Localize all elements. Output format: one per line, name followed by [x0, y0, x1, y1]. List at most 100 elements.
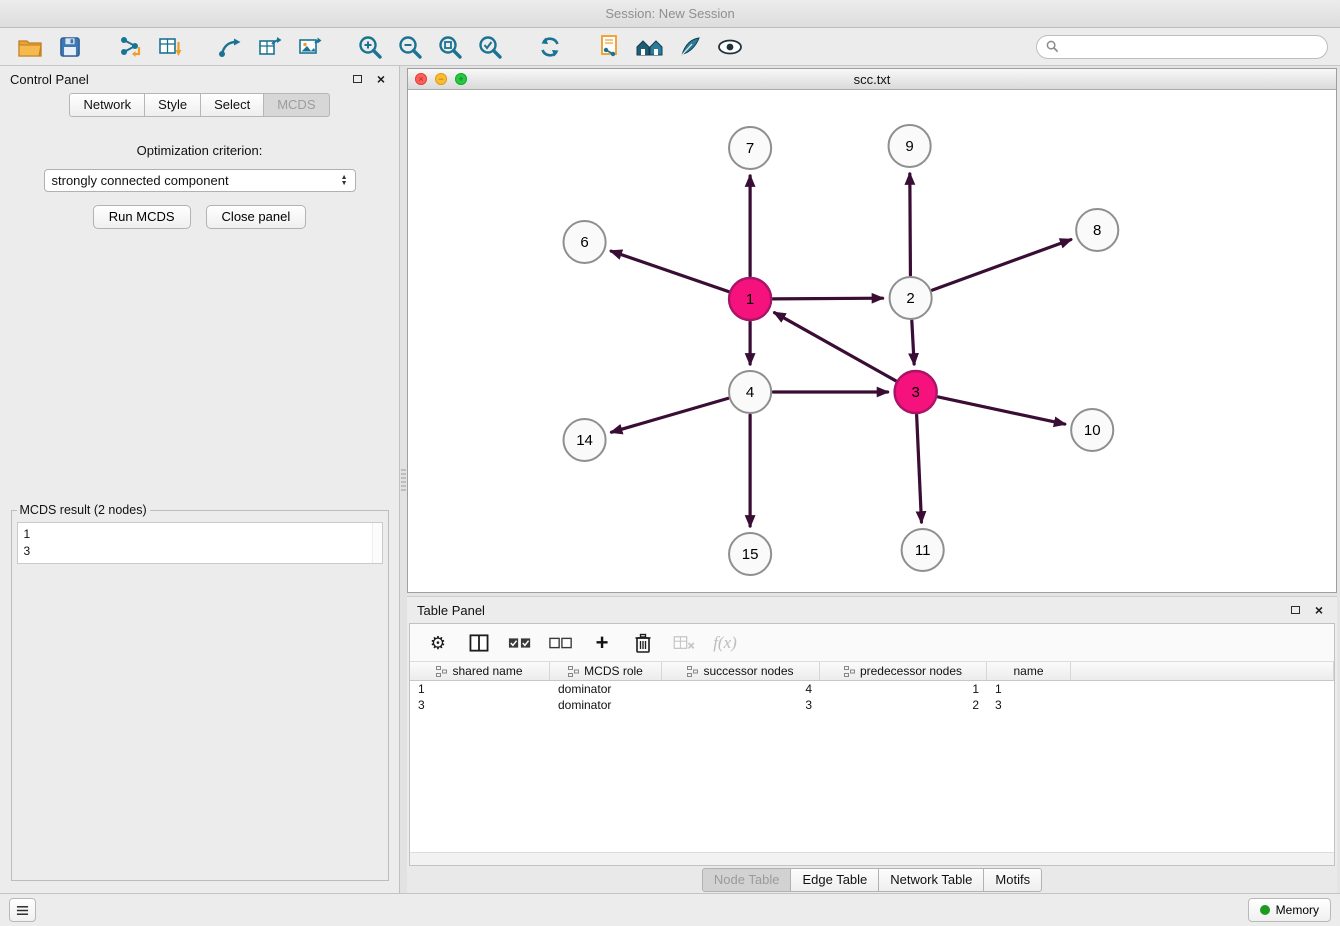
- tab-motifs[interactable]: Motifs: [984, 868, 1042, 892]
- panel-split-handle[interactable]: [400, 66, 407, 893]
- control-panel-tabs: Network Style Select MCDS: [0, 92, 399, 117]
- import-table-icon: [158, 35, 182, 59]
- control-panel-close-button[interactable]: ×: [373, 71, 389, 87]
- import-network-button[interactable]: [112, 31, 148, 63]
- node-1[interactable]: 1: [729, 278, 771, 320]
- zoom-in-button[interactable]: [352, 31, 388, 63]
- zoom-selected-button[interactable]: [472, 31, 508, 63]
- zoom-fit-button[interactable]: [432, 31, 468, 63]
- tab-network-table[interactable]: Network Table: [879, 868, 984, 892]
- refresh-layout-button[interactable]: [532, 31, 568, 63]
- task-history-button[interactable]: [9, 898, 36, 922]
- edge-2-8[interactable]: [932, 240, 1071, 291]
- export-image-button[interactable]: [292, 31, 328, 63]
- zoom-out-button[interactable]: [392, 31, 428, 63]
- tab-style[interactable]: Style: [145, 93, 201, 117]
- tab-edge-table[interactable]: Edge Table: [791, 868, 879, 892]
- node-4[interactable]: 4: [729, 371, 771, 413]
- create-column-button[interactable]: +: [590, 630, 614, 656]
- node-label: 10: [1084, 422, 1101, 439]
- window-title: Session: New Session: [605, 6, 734, 21]
- network-canvas[interactable]: 7 9 6 8 1 2 4 3 14 10 15 11: [408, 90, 1336, 592]
- edge-1-6[interactable]: [611, 251, 728, 291]
- network-graph: 7 9 6 8 1 2 4 3 14 10 15 11: [408, 90, 1336, 592]
- first-neighbors-button[interactable]: [632, 31, 668, 63]
- network-from-selection-button[interactable]: [592, 31, 628, 63]
- node-label: 1: [746, 291, 754, 308]
- network-window-titlebar: scc.txt × − +: [408, 69, 1336, 90]
- export-network-button[interactable]: [212, 31, 248, 63]
- node-3[interactable]: 3: [895, 371, 937, 413]
- node-15[interactable]: 15: [729, 533, 771, 575]
- tab-node-table[interactable]: Node Table: [702, 868, 792, 892]
- import-network-icon: [118, 35, 142, 59]
- edge-2-9[interactable]: [910, 174, 911, 275]
- column-sort-icon: [436, 666, 447, 677]
- search-input[interactable]: [1065, 38, 1318, 55]
- cell-mcds-role: dominator: [550, 697, 662, 713]
- window-traffic-lights: × − +: [415, 73, 467, 85]
- show-columns-button[interactable]: [467, 630, 491, 656]
- annotation-brush-button[interactable]: [672, 31, 708, 63]
- memory-button[interactable]: Memory: [1248, 898, 1331, 922]
- node-label: 9: [905, 138, 913, 155]
- edge-1-2[interactable]: [773, 298, 882, 299]
- open-session-button[interactable]: [12, 31, 48, 63]
- float-icon: [1291, 606, 1300, 614]
- eye-icon: [716, 36, 744, 58]
- delete-table-icon: [673, 635, 695, 651]
- table-panel-float-button[interactable]: [1287, 602, 1303, 618]
- node-label: 8: [1093, 222, 1101, 239]
- table-horizontal-scrollbar[interactable]: [410, 852, 1334, 865]
- window-maximize-button[interactable]: +: [455, 73, 467, 85]
- run-mcds-button[interactable]: Run MCDS: [93, 205, 191, 229]
- column-header-predecessor-nodes[interactable]: predecessor nodes: [820, 662, 987, 681]
- tab-network[interactable]: Network: [69, 93, 145, 117]
- first-neighbors-houses-icon: [635, 35, 665, 59]
- node-6[interactable]: 6: [564, 221, 606, 263]
- tab-select[interactable]: Select: [201, 93, 264, 117]
- node-7[interactable]: 7: [729, 127, 771, 169]
- node-9[interactable]: 9: [889, 125, 931, 167]
- select-all-button[interactable]: [508, 630, 532, 656]
- show-graphics-button[interactable]: [712, 31, 748, 63]
- table-row[interactable]: 1 dominator 4 1 1: [410, 681, 1334, 697]
- mcds-result-line: 1: [24, 526, 376, 543]
- node-14[interactable]: 14: [564, 419, 606, 461]
- table-settings-button[interactable]: ⚙: [426, 630, 450, 656]
- table-row[interactable]: 3 dominator 3 2 3: [410, 697, 1334, 713]
- function-builder-button[interactable]: f(x): [713, 630, 737, 656]
- node-11[interactable]: 11: [902, 529, 944, 571]
- close-panel-button[interactable]: Close panel: [206, 205, 307, 229]
- edge-2-3[interactable]: [912, 321, 914, 364]
- control-panel-float-button[interactable]: [349, 71, 365, 87]
- column-header-mcds-role[interactable]: MCDS role: [550, 662, 662, 681]
- node-2[interactable]: 2: [890, 277, 932, 319]
- node-8[interactable]: 8: [1076, 209, 1118, 251]
- save-session-button[interactable]: [52, 31, 88, 63]
- delete-table-button[interactable]: [672, 630, 696, 656]
- table-panel-close-button[interactable]: ×: [1311, 602, 1327, 618]
- node-10[interactable]: 10: [1071, 409, 1113, 451]
- column-header-name[interactable]: name: [987, 662, 1071, 681]
- edge-3-1[interactable]: [775, 313, 896, 381]
- export-table-button[interactable]: [252, 31, 288, 63]
- tab-mcds[interactable]: MCDS: [264, 93, 329, 117]
- column-header-shared-name[interactable]: shared name: [410, 662, 550, 681]
- window-minimize-button[interactable]: −: [435, 73, 447, 85]
- status-bar: Memory: [0, 893, 1340, 926]
- edge-4-14[interactable]: [612, 398, 728, 432]
- delete-column-button[interactable]: [631, 630, 655, 656]
- deselect-all-button[interactable]: [549, 630, 573, 656]
- criterion-select[interactable]: strongly connected component ▲▼: [44, 169, 356, 192]
- window-close-button[interactable]: ×: [415, 73, 427, 85]
- window-titlebar: Session: New Session: [0, 0, 1340, 28]
- edge-3-10[interactable]: [938, 397, 1065, 424]
- table-panel-tabs: Node Table Edge Table Network Table Moti…: [407, 866, 1337, 893]
- edge-3-11[interactable]: [917, 415, 922, 522]
- import-table-button[interactable]: [152, 31, 188, 63]
- control-panel-header: Control Panel ×: [0, 66, 399, 92]
- result-scrollbar[interactable]: [372, 523, 382, 563]
- column-header-successor-nodes[interactable]: successor nodes: [662, 662, 820, 681]
- right-area: scc.txt × − + 7968124314101511 Table Pan…: [407, 66, 1340, 893]
